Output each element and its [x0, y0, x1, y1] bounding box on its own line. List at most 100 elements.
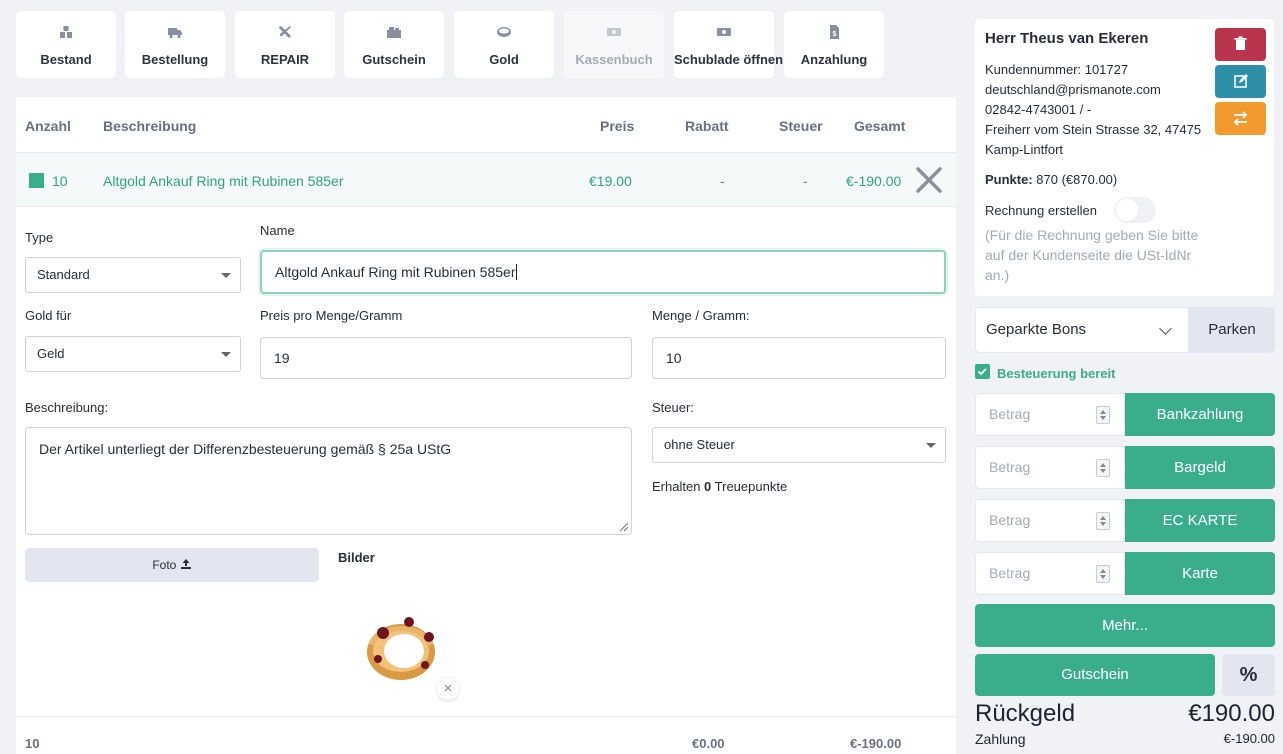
type-select[interactable]: Standard [25, 257, 241, 293]
truck-icon [168, 28, 182, 39]
svg-text:$: $ [833, 31, 837, 38]
swap-customer-button[interactable] [1215, 102, 1266, 135]
stepper-icon[interactable] [1096, 406, 1110, 424]
beschreibung-value: Der Artikel unterliegt der Differenzbest… [39, 441, 452, 457]
tile-label: Anzahlung [800, 52, 868, 67]
caret-down-icon [221, 352, 231, 357]
beschreibung-textarea[interactable]: Der Artikel unterliegt der Differenzbest… [25, 427, 632, 535]
besteuerung-label: Besteuerung bereit [997, 366, 1116, 381]
deposit-icon: $ [830, 25, 839, 39]
text-caret [516, 264, 518, 280]
gold-fuer-value: Geld [37, 346, 65, 361]
tile-gutschein[interactable]: Gutschein [344, 11, 444, 78]
treue-prefix: Erhalten [652, 479, 705, 494]
tile-label: Gold [489, 52, 519, 67]
foto-label: Foto [152, 558, 177, 572]
col-preis: Preis [600, 118, 635, 134]
steuer-label: Steuer: [652, 400, 694, 415]
customer-points: Punkte: 870 (€870.00) [985, 172, 1117, 187]
geparkte-bons-select[interactable]: Geparkte Bons [975, 307, 1189, 353]
col-beschreibung: Beschreibung [103, 118, 197, 134]
amount-input-karte[interactable]: Betrag [975, 552, 1125, 595]
customer-email: deutschland@prismanote.com [985, 82, 1161, 97]
type-select-value: Standard [37, 267, 90, 282]
voucher-icon [387, 27, 401, 38]
edit-customer-button[interactable] [1215, 65, 1266, 98]
customer-name: Herr Theus van Ekeren [985, 30, 1149, 47]
col-steuer: Steuer [779, 118, 823, 134]
treuepunkte-text: Erhalten 0 Treuepunkte [652, 479, 787, 494]
table-header: Anzahl Beschreibung Preis Rabatt Steuer … [16, 97, 956, 153]
amount-input-bankzahlung[interactable]: Betrag [975, 393, 1125, 436]
resize-handle-icon[interactable] [619, 522, 629, 532]
tile-bestand[interactable]: Bestand [16, 11, 116, 78]
tile-gold[interactable]: Gold [454, 11, 554, 78]
bargeld-button[interactable]: Bargeld [1125, 446, 1275, 489]
tools-icon [279, 26, 291, 38]
gold-coin-icon [497, 27, 511, 37]
row-anzahl: 10 [52, 173, 68, 189]
tile-label: Kassenbuch [575, 52, 653, 67]
customer-address-line1: Freiherr vom Stein Strasse 32, 47475 [985, 122, 1202, 137]
ec-karte-button[interactable]: EC KARTE [1125, 499, 1275, 542]
table-row[interactable]: 10 Altgold Ankauf Ring mit Rubinen 585er… [16, 153, 956, 207]
steuer-select[interactable]: ohne Steuer [652, 427, 946, 463]
tile-kassenbuch: Kassenbuch [564, 11, 664, 78]
gold-fuer-label: Gold für [25, 308, 72, 323]
stepper-icon[interactable] [1096, 512, 1110, 530]
tile-repair[interactable]: REPAIR [235, 11, 335, 78]
name-input[interactable]: Altgold Ankauf Ring mit Rubinen 585er [260, 250, 946, 294]
footer-count: 10 [25, 736, 40, 751]
row-gesamt: €-190.00 [846, 173, 902, 189]
gold-fuer-select[interactable]: Geld [25, 336, 241, 372]
menge-label: Menge / Gramm: [652, 308, 750, 323]
col-anzahl: Anzahl [25, 118, 71, 134]
rechnung-toggle[interactable] [1114, 197, 1156, 223]
remove-image-icon[interactable]: × [437, 678, 459, 700]
mehr-button[interactable]: Mehr... [975, 604, 1275, 647]
row-color-marker [29, 173, 44, 188]
name-input-value: Altgold Ankauf Ring mit Rubinen 585er [275, 264, 516, 280]
edit-icon [1234, 74, 1248, 88]
amount-input-bargeld[interactable]: Betrag [975, 446, 1125, 489]
rechnung-label: Rechnung erstellen [985, 203, 1098, 218]
zahlung-label: Zahlung [975, 731, 1026, 747]
karte-button[interactable]: Karte [1125, 552, 1275, 595]
preis-input[interactable]: 19 [260, 337, 632, 379]
tile-schublade[interactable]: Schublade öffnen [674, 11, 783, 78]
upload-icon [180, 559, 191, 569]
caret-down-icon [926, 443, 936, 448]
steuer-value: ohne Steuer [664, 437, 735, 452]
delete-customer-button[interactable] [1215, 28, 1266, 61]
parken-button[interactable]: Parken [1189, 307, 1275, 353]
tile-anzahlung[interactable]: $ Anzahlung [784, 11, 884, 78]
rueckgeld-value: €190.00 [1188, 700, 1275, 727]
amount-input-ec-karte[interactable]: Betrag [975, 499, 1125, 542]
customer-number: Kundennummer: 101727 [985, 62, 1129, 77]
customer-phone: 02842-4743001 / - [985, 102, 1092, 117]
rueckgeld-label: Rückgeld [975, 700, 1076, 727]
cash-book-icon [607, 28, 621, 36]
bilder-label: Bilder [338, 550, 375, 565]
tile-bestellung[interactable]: Bestellung [125, 11, 225, 78]
tile-label: Bestellung [141, 52, 209, 67]
row-beschreibung: Altgold Ankauf Ring mit Rubinen 585er [103, 173, 344, 189]
amount-placeholder: Betrag [989, 406, 1031, 422]
zahlung-value: €-190.00 [1223, 731, 1275, 746]
besteuerung-checkbox[interactable] [975, 364, 990, 379]
remove-row-icon[interactable] [914, 165, 944, 195]
discount-percent-button[interactable]: % [1222, 654, 1275, 696]
type-label: Type [25, 230, 54, 245]
amount-placeholder: Betrag [989, 512, 1031, 528]
menge-input[interactable]: 10 [652, 337, 946, 379]
bankzahlung-button[interactable]: Bankzahlung [1125, 393, 1275, 436]
treue-suffix: Treuepunkte [711, 479, 788, 494]
foto-upload-button[interactable]: Foto [25, 548, 319, 582]
ring-product-image[interactable] [361, 607, 441, 682]
stepper-icon[interactable] [1096, 565, 1110, 583]
transaction-panel: Anzahl Beschreibung Preis Rabatt Steuer … [16, 97, 956, 754]
row-preis: €19.00 [589, 173, 632, 189]
stepper-icon[interactable] [1096, 459, 1110, 477]
gutschein-button[interactable]: Gutschein [975, 654, 1215, 696]
points-label: Punkte: [985, 172, 1033, 187]
